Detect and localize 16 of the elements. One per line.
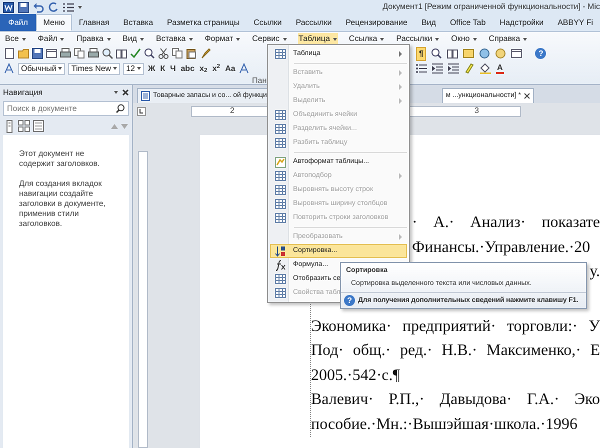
text-line: Экономика· предприятий· торговли:· У bbox=[311, 316, 600, 336]
group-label: Пан bbox=[251, 76, 268, 85]
window-title: Документ1 [Режим ограниченной функциональности] - Mic bbox=[382, 1, 600, 13]
text-line: Финансы.·Управление.·20 bbox=[412, 238, 592, 258]
pane-message: Этот документ не содержит заголовков. bbox=[19, 149, 101, 169]
text-line: Валевич· Р.П.,· Давыдова· Г.А.· Эко bbox=[311, 390, 600, 410]
text-line: пособие.·Мн.:·Вышэйшая·школа.·1996 bbox=[311, 414, 579, 434]
ruler-number: 3 bbox=[474, 105, 479, 117]
ruler-number: 2 bbox=[230, 105, 234, 117]
text-line: у. bbox=[590, 262, 600, 282]
pane-title: Навигация bbox=[3, 86, 43, 98]
text-line: 2005.·542·с.¶ bbox=[311, 366, 400, 386]
text-line: Под· общ.· ред.· Н.В.· Максименко,· Е bbox=[311, 341, 600, 361]
pane-hint: Для создания вкладок навигации создайте заголовки в документе, применив стили заголовков. bbox=[19, 179, 106, 229]
help-icon: ? bbox=[344, 295, 355, 306]
text-line: · А.· Анализ· показате bbox=[412, 213, 600, 233]
